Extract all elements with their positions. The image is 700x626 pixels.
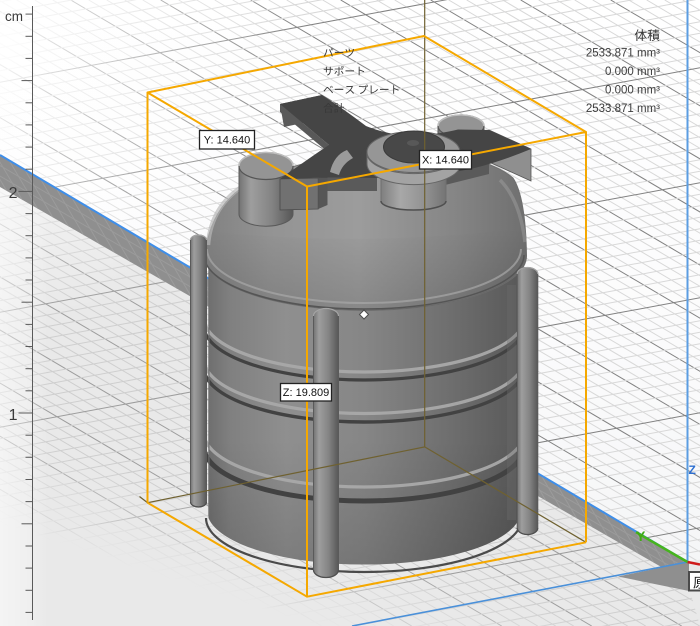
svg-text:1: 1 <box>9 407 18 424</box>
svg-text:X: 14.640: X: 14.640 <box>422 155 469 167</box>
svg-text:Z: Z <box>689 463 696 477</box>
svg-text:2533.871 mm³: 2533.871 mm³ <box>586 103 660 115</box>
svg-text:2533.871 mm³: 2533.871 mm³ <box>586 48 660 60</box>
svg-text:Y: Y <box>636 528 646 544</box>
svg-text:cm: cm <box>5 9 23 24</box>
svg-text:0.000 mm³: 0.000 mm³ <box>605 66 660 78</box>
svg-text:Y: 14.640: Y: 14.640 <box>204 135 251 147</box>
svg-text:2: 2 <box>9 185 18 202</box>
svg-text:Z: 19.809: Z: 19.809 <box>283 387 329 399</box>
svg-text:0.000 mm³: 0.000 mm³ <box>605 85 660 97</box>
